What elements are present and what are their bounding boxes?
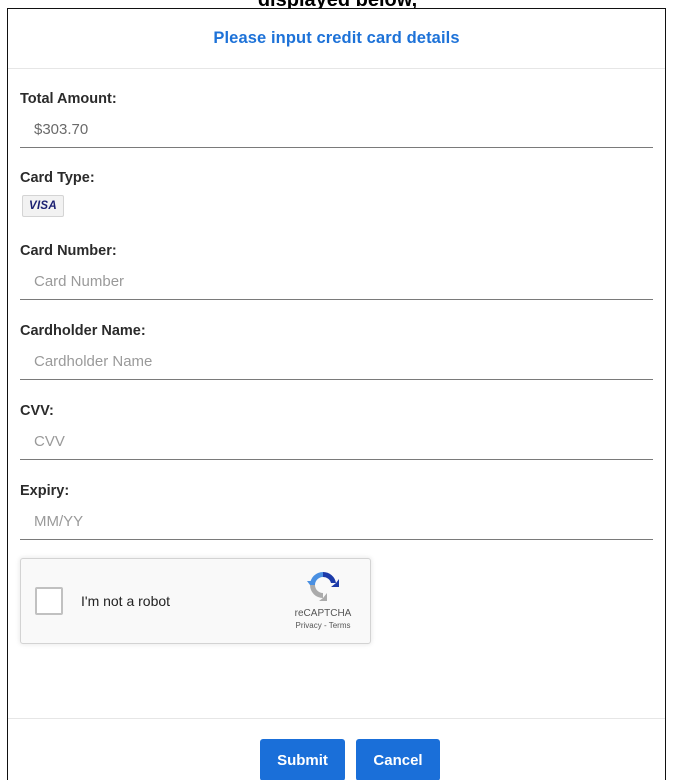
recaptcha-checkbox[interactable]	[35, 587, 63, 615]
total-amount-value: $303.70	[20, 112, 653, 148]
recaptcha-widget: I'm not a robot reCAPTCHA Privacy - Term…	[20, 558, 371, 644]
cardholder-name-field-wrap	[20, 344, 653, 380]
credit-card-dialog: Please input credit card details Total A…	[7, 8, 666, 780]
visa-card-icon[interactable]: VISA	[22, 195, 64, 217]
cvv-field-wrap	[20, 424, 653, 460]
dialog-body: Total Amount: $303.70 Card Type: VISA Ca…	[8, 69, 665, 644]
page: displayed below, Please input credit car…	[0, 0, 675, 780]
recaptcha-label: I'm not a robot	[81, 593, 171, 609]
expiry-label: Expiry:	[20, 483, 70, 499]
recaptcha-privacy-terms-links[interactable]: Privacy - Terms	[283, 621, 363, 630]
total-amount-label: Total Amount:	[20, 91, 117, 107]
dialog-footer: Submit Cancel	[8, 718, 665, 780]
cardholder-name-input[interactable]	[34, 353, 653, 370]
dialog-header: Please input credit card details	[8, 9, 665, 69]
cardholder-name-label: Cardholder Name:	[20, 323, 146, 339]
expiry-input[interactable]	[34, 513, 653, 530]
submit-button[interactable]: Submit	[260, 739, 345, 780]
card-type-row: VISA	[20, 195, 653, 217]
cvv-input[interactable]	[34, 433, 653, 450]
dialog-title: Please input credit card details	[213, 29, 460, 47]
recaptcha-brand: reCAPTCHA	[294, 608, 352, 619]
card-number-field-wrap	[20, 264, 653, 300]
recaptcha-icon	[307, 571, 339, 601]
card-type-label: Card Type:	[20, 170, 95, 186]
card-number-label: Card Number:	[20, 243, 117, 259]
recaptcha-logo: reCAPTCHA Privacy - Terms	[283, 569, 363, 630]
expiry-field-wrap	[20, 504, 653, 540]
cancel-button[interactable]: Cancel	[356, 739, 440, 780]
cvv-label: CVV:	[20, 403, 54, 419]
card-number-input[interactable]	[34, 273, 653, 290]
